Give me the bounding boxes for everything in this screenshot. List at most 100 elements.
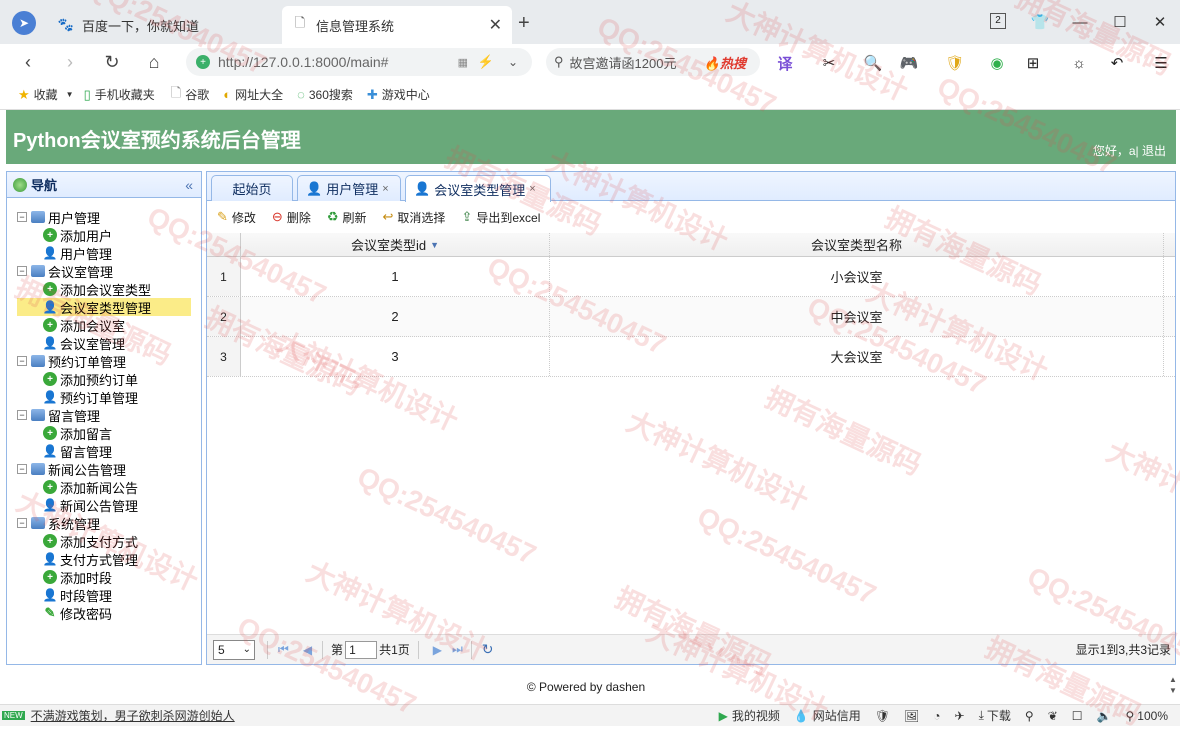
- address-bar[interactable]: + http://127.0.0.1:8000/main# ▦ ⚡ ⌄: [186, 48, 532, 76]
- coin-shield-icon[interactable]: 🛡: [944, 52, 966, 74]
- reload-page-icon[interactable]: ↻: [482, 641, 494, 658]
- scissors-icon[interactable]: ✂: [818, 52, 840, 74]
- download-button[interactable]: ⤓ 下载: [979, 707, 1011, 724]
- table-row[interactable]: 2 2 中会议室: [207, 297, 1175, 337]
- chevron-down-icon[interactable]: ⌄: [508, 55, 518, 69]
- sidebar-item[interactable]: + 添加新闻公告: [43, 478, 138, 496]
- zoom-control[interactable]: ⚲ 100%: [1126, 709, 1169, 723]
- sidebar-item[interactable]: + 添加会议室类型: [43, 280, 151, 298]
- tree-group-4[interactable]: − 新闻公告管理: [17, 460, 126, 478]
- image-icon[interactable]: 🖼: [904, 709, 919, 723]
- sidebar-item[interactable]: ✎ 修改密码: [43, 604, 112, 622]
- edit-button[interactable]: ✎ 修改: [217, 209, 256, 226]
- tree-group-1[interactable]: − 会议室管理: [17, 262, 113, 280]
- column-header-id[interactable]: 会议室类型id ▼: [241, 233, 550, 256]
- sidebar-item[interactable]: + 添加支付方式: [43, 532, 138, 550]
- sidebar-item[interactable]: 👤 新闻公告管理: [43, 496, 138, 514]
- rocket-icon[interactable]: ✈: [955, 709, 965, 723]
- page-size-select[interactable]: 5 ⌄: [213, 639, 255, 660]
- shirt-skin-icon[interactable]: 👕: [1028, 10, 1052, 34]
- speaker-icon[interactable]: 🔈: [1097, 709, 1112, 723]
- search-input[interactable]: 故宫邀请函1200元: [570, 53, 677, 72]
- bookmark-360[interactable]: ◌ 360搜索: [297, 86, 353, 103]
- bookmark-games[interactable]: ✚ 游戏中心: [367, 86, 430, 103]
- magnifier-icon[interactable]: 🔍: [862, 52, 884, 74]
- collapse-toggle-icon[interactable]: −: [17, 410, 27, 420]
- qr-code-icon[interactable]: ▦: [458, 56, 468, 69]
- lightning-icon[interactable]: ⚡: [478, 54, 494, 70]
- sidebar-item[interactable]: 👤 预约订单管理: [43, 388, 138, 406]
- leaf-icon[interactable]: ❦: [1048, 709, 1058, 723]
- table-row[interactable]: 1 1 小会议室: [207, 257, 1175, 297]
- first-page-icon[interactable]: ⏮: [278, 642, 289, 657]
- bookmark-sites[interactable]: ◐ 网址大全: [223, 86, 283, 103]
- next-page-icon[interactable]: ▶: [433, 643, 442, 657]
- site-credit-button[interactable]: 💧 网站信用: [794, 707, 861, 724]
- sidebar-item[interactable]: + 添加时段: [43, 568, 112, 586]
- export-excel-button[interactable]: ⇪ 导出到excel: [461, 209, 540, 226]
- last-page-icon[interactable]: ⏭: [452, 642, 463, 657]
- collapse-toggle-icon[interactable]: −: [17, 266, 27, 276]
- browser-logo-icon[interactable]: ➤: [12, 11, 36, 35]
- sidebar-item[interactable]: + 添加预约订单: [43, 370, 138, 388]
- close-icon[interactable]: ×: [382, 183, 388, 195]
- tree-group-2[interactable]: − 预约订单管理: [17, 352, 126, 370]
- page-scrollbar[interactable]: ▲ ▼: [1168, 674, 1178, 700]
- forward-icon[interactable]: ›: [58, 50, 82, 74]
- browser-tab-active[interactable]: 🗋 信息管理系统 ✕: [282, 6, 512, 44]
- tab-user-management[interactable]: 👤 用户管理 ×: [297, 175, 401, 201]
- sidebar-item[interactable]: 👤 留言管理: [43, 442, 112, 460]
- sidebar-item[interactable]: + 添加留言: [43, 424, 112, 442]
- speed-icon[interactable]: ◔: [933, 709, 940, 723]
- maximize-button[interactable]: ☐: [1108, 10, 1132, 34]
- bookmark-mobile[interactable]: ▯ 手机收藏夹: [84, 86, 155, 103]
- column-header-name[interactable]: 会议室类型名称: [550, 233, 1164, 256]
- gamepad-icon[interactable]: 🎮: [898, 52, 920, 74]
- collapse-toggle-icon[interactable]: −: [17, 356, 27, 366]
- new-tab-button[interactable]: +: [518, 12, 530, 35]
- collapse-icon[interactable]: «: [185, 177, 193, 193]
- prev-page-icon[interactable]: ◀: [303, 643, 312, 657]
- close-icon[interactable]: ×: [529, 183, 535, 195]
- brightness-icon[interactable]: ☼: [1068, 52, 1090, 74]
- collapse-toggle-icon[interactable]: −: [17, 212, 27, 222]
- home-icon[interactable]: ⌂: [142, 50, 166, 74]
- menu-icon[interactable]: ☰: [1150, 52, 1172, 74]
- news-link[interactable]: 不满游戏策划，男子欲刺杀网游创始人: [31, 707, 235, 724]
- translate-icon[interactable]: 译: [774, 52, 796, 74]
- search-box[interactable]: ⚲ 故宫邀请函1200元 🔥热搜: [546, 48, 760, 76]
- bookmark-google[interactable]: 🗋 谷歌: [171, 84, 209, 106]
- tree-group-5[interactable]: − 系统管理: [17, 514, 100, 532]
- table-row[interactable]: 3 3 大会议室: [207, 337, 1175, 377]
- undo-icon[interactable]: ↶: [1106, 52, 1128, 74]
- back-icon[interactable]: ‹: [16, 50, 40, 74]
- tab-home[interactable]: 起始页: [211, 175, 293, 201]
- sidebar-item[interactable]: 👤 会议室管理: [43, 334, 125, 352]
- page-number-input[interactable]: 1: [345, 640, 378, 659]
- game-icon[interactable]: ⚲: [1025, 709, 1034, 723]
- window-icon[interactable]: ☐: [1072, 709, 1083, 723]
- my-video-button[interactable]: ▶ 我的视频: [719, 707, 780, 724]
- tree-group-0[interactable]: − 用户管理: [17, 208, 100, 226]
- delete-button[interactable]: ⊖ 删除: [272, 209, 311, 226]
- reload-icon[interactable]: ↻: [100, 50, 124, 74]
- grid-apps-icon[interactable]: ⊞: [1022, 52, 1044, 74]
- collapse-toggle-icon[interactable]: −: [17, 464, 27, 474]
- collapse-toggle-icon[interactable]: −: [17, 518, 27, 528]
- shield-icon[interactable]: 🛡: [875, 709, 890, 723]
- deselect-button[interactable]: ↩ 取消选择: [383, 209, 446, 226]
- hot-search-label[interactable]: 🔥热搜: [704, 53, 746, 72]
- close-tab-icon[interactable]: ✕: [489, 15, 502, 35]
- refresh-button[interactable]: ♻ 刷新: [327, 209, 367, 226]
- sidebar-item[interactable]: 👤 会议室类型管理: [17, 298, 191, 316]
- sidebar-item[interactable]: 👤 用户管理: [43, 244, 112, 262]
- greeting-logout[interactable]: 您好，a| 退出: [1093, 142, 1166, 159]
- sidebar-item[interactable]: 👤 时段管理: [43, 586, 112, 604]
- tree-group-3[interactable]: − 留言管理: [17, 406, 100, 424]
- close-window-button[interactable]: ✕: [1148, 10, 1172, 34]
- bookmark-favorites[interactable]: ★ 收藏 ▼: [18, 86, 74, 103]
- minimize-button[interactable]: —: [1068, 10, 1092, 34]
- sidebar-item[interactable]: + 添加会议室: [43, 316, 125, 334]
- circle-app-icon[interactable]: ◉: [986, 52, 1008, 74]
- browser-tab-baidu[interactable]: 🐾 百度一下，你就知道: [48, 6, 280, 44]
